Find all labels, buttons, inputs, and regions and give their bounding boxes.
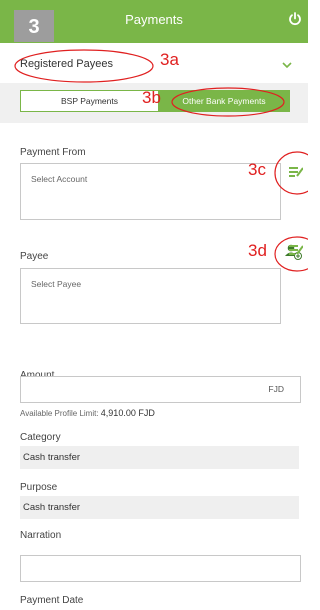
annotation-circle-3b — [171, 87, 285, 117]
category-value: Cash transfer — [23, 452, 81, 463]
step-badge: 3 — [14, 10, 54, 42]
purpose-field[interactable]: Cash transfer — [20, 496, 299, 519]
power-icon[interactable] — [288, 12, 302, 26]
profile-limit-label: Available Profile Limit: — [20, 409, 99, 418]
payment-from-field[interactable]: Select Account — [20, 163, 281, 220]
chevron-down-icon — [282, 62, 292, 68]
annotation-circle-3a — [14, 49, 154, 83]
payee-placeholder: Select Payee — [31, 279, 82, 289]
annotation-label-3c: 3c — [248, 160, 266, 179]
list-select-icon[interactable] — [289, 244, 303, 256]
purpose-value: Cash transfer — [23, 502, 81, 513]
list-select-icon[interactable] — [289, 166, 303, 178]
category-label: Category — [20, 432, 61, 443]
tab-bsp-payments[interactable]: BSP Payments — [20, 90, 159, 112]
purpose-label: Purpose — [20, 482, 58, 493]
profile-limit-value: 4,910.00 FJD — [100, 408, 155, 418]
payee-field[interactable]: Select Payee — [20, 268, 281, 324]
payment-from-placeholder: Select Account — [31, 174, 88, 184]
annotation-label-3a: 3a — [160, 50, 179, 69]
amount-currency: FJD — [268, 384, 284, 394]
annotation-label-3d: 3d — [248, 241, 267, 260]
profile-limit: Available Profile Limit: 4,910.00 FJD — [20, 408, 155, 418]
narration-field[interactable] — [20, 555, 301, 582]
payee-label: Payee — [20, 251, 49, 262]
annotation-label-3b: 3b — [142, 88, 161, 107]
payment-from-label: Payment From — [20, 147, 86, 158]
category-field[interactable]: Cash transfer — [20, 446, 299, 469]
payment-date-label: Payment Date — [20, 595, 84, 606]
narration-label: Narration — [20, 530, 62, 541]
amount-field[interactable]: FJD — [20, 376, 301, 403]
